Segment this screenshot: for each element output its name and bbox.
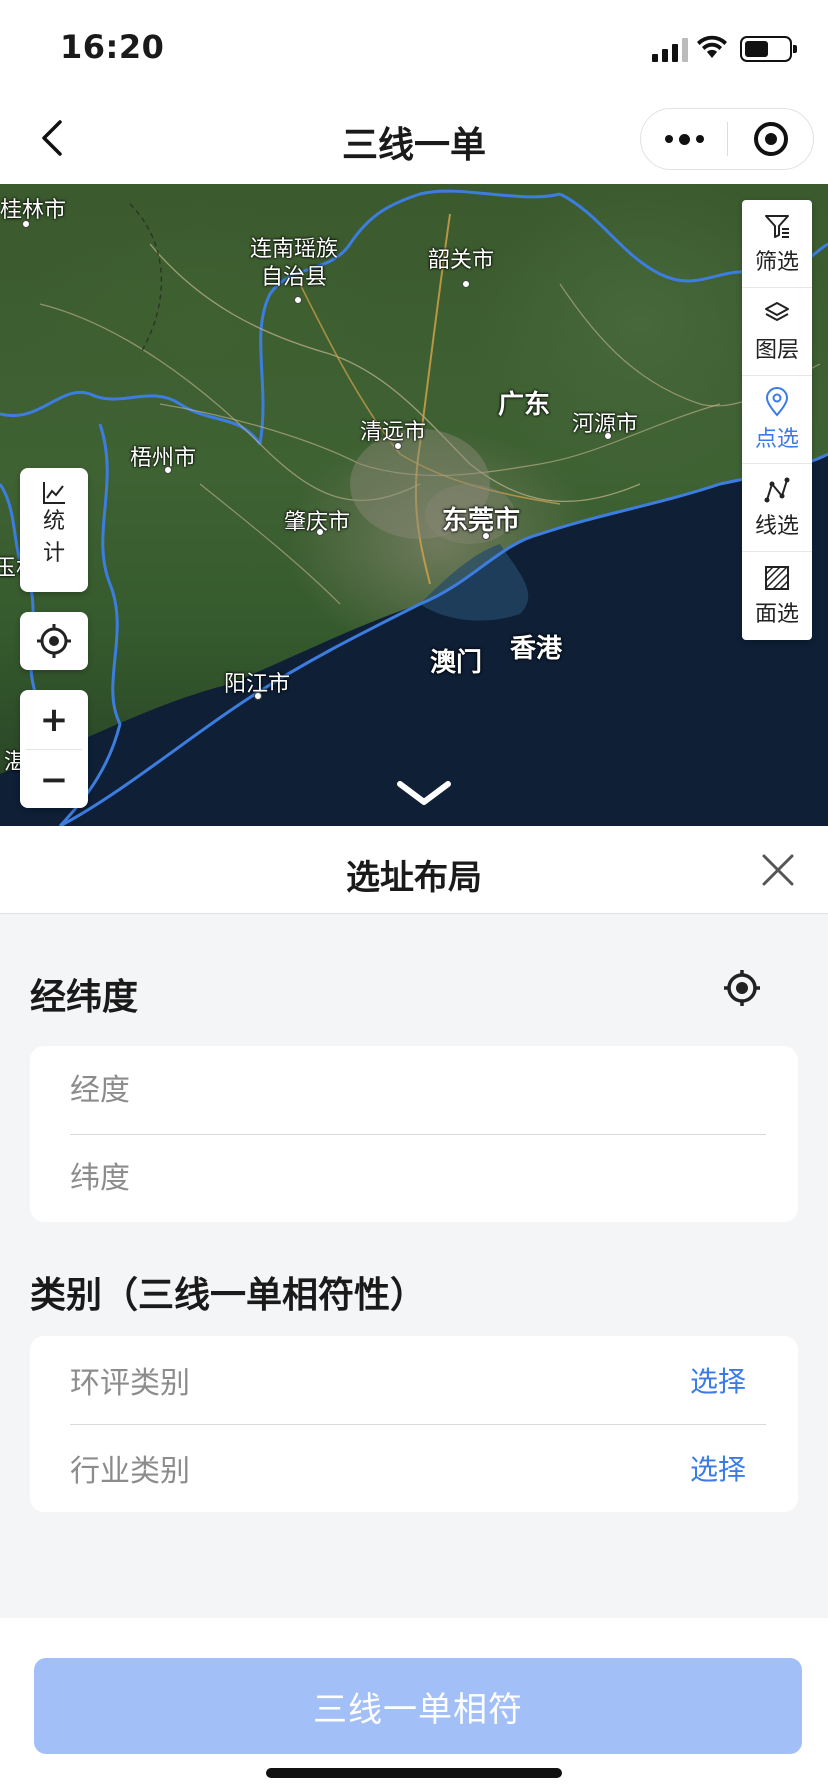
city-marker	[254, 692, 262, 700]
map-label-hongkong: 香港	[510, 634, 563, 664]
area-select-tool-button[interactable]: 面选	[742, 552, 812, 640]
filter-tool-label: 筛选	[754, 249, 799, 275]
zoom-control: + −	[20, 690, 88, 808]
category-card: 环评类别 选择 行业类别 选择	[30, 1336, 798, 1512]
filter-icon	[765, 214, 789, 238]
panel-title: 选址布局	[346, 858, 482, 898]
map-label-guilin: 桂林市	[0, 198, 67, 223]
map-label-shaoguan: 韶关市	[428, 248, 495, 273]
latitude-row	[30, 1134, 798, 1222]
map-label-macau: 澳门	[430, 648, 483, 678]
panel-header: 选址布局	[0, 826, 828, 914]
city-marker	[462, 280, 470, 288]
map-label-wuzhou: 梧州市	[130, 446, 197, 471]
statistics-label-1: 统	[42, 509, 65, 534]
industry-category-row[interactable]: 行业类别 选择	[30, 1424, 798, 1512]
map-label-dongguan: 东莞市	[442, 506, 521, 536]
polygon-icon	[765, 566, 789, 590]
crosshair-icon[interactable]	[722, 968, 762, 1008]
panel-body: 经纬度 类别（三线一单相符性） 环评类别 选择 行业类别 选择	[0, 914, 828, 1618]
eia-category-row[interactable]: 环评类别 选择	[30, 1336, 798, 1424]
area-select-tool-label: 面选	[754, 602, 799, 627]
eia-category-label: 环评类别	[70, 1366, 190, 1401]
map-tool-panel: 筛选 图层 点选 线选 面选	[742, 200, 812, 640]
map-boundaries	[0, 189, 828, 826]
cellular-signal-icon	[652, 38, 688, 62]
layers-tool-label: 图层	[754, 337, 799, 363]
line-select-tool-label: 线选	[754, 513, 799, 539]
city-marker	[482, 532, 490, 540]
industry-category-label: 行业类别	[70, 1454, 190, 1489]
filter-tool-button[interactable]: 筛选	[742, 200, 812, 288]
crosshair-icon	[37, 624, 71, 658]
battery-level	[745, 41, 768, 57]
longitude-row	[30, 1046, 798, 1134]
eia-category-select-link[interactable]: 选择	[690, 1360, 746, 1400]
city-marker	[394, 442, 402, 450]
category-section-title: 类别（三线一单相符性）	[30, 1275, 427, 1316]
wifi-icon	[697, 35, 727, 58]
line-select-tool-button[interactable]: 线选	[742, 464, 812, 552]
more-dot-icon	[678, 133, 690, 145]
close-miniprogram-button[interactable]	[728, 109, 813, 169]
city-marker	[316, 528, 324, 536]
zoom-in-button[interactable]: +	[20, 690, 88, 749]
map-label-qingyuan: 清远市	[360, 420, 427, 445]
line-chart-icon	[43, 482, 65, 504]
statistics-label-2: 计	[42, 541, 65, 566]
map-label-guangdong: 广东	[498, 390, 551, 420]
home-indicator	[266, 1768, 562, 1778]
footer: 三线一单相符	[0, 1618, 828, 1792]
close-icon[interactable]	[756, 848, 800, 892]
map-view[interactable]: 桂林市 连南瑶族 自治县 韶关市 广东 河源市 清远市 梧州市 肇庆市 东莞市 …	[0, 184, 828, 826]
battery-icon	[740, 36, 797, 62]
city-marker	[294, 296, 302, 304]
coords-section-title: 经纬度	[30, 977, 139, 1018]
more-dot-icon	[664, 135, 673, 143]
submit-button[interactable]: 三线一单相符	[34, 1658, 802, 1754]
statistics-button[interactable]: 统 计	[20, 468, 88, 592]
longitude-input[interactable]	[70, 1072, 758, 1108]
industry-category-select-link[interactable]: 选择	[690, 1448, 746, 1488]
navigation-bar: 三线一单	[0, 92, 828, 184]
target-icon	[753, 122, 788, 156]
point-select-tool-label: 点选	[754, 426, 799, 452]
map-label-lianshan: 连南瑶族 自治县	[250, 237, 339, 290]
status-time: 16:20	[60, 28, 165, 66]
location-pin-icon	[765, 386, 789, 417]
layers-tool-button[interactable]: 图层	[742, 288, 812, 376]
latitude-input[interactable]	[70, 1160, 758, 1196]
city-marker	[164, 466, 172, 474]
polyline-icon	[764, 477, 790, 502]
miniprogram-capsule	[640, 108, 814, 170]
coords-card	[30, 1046, 798, 1222]
more-button[interactable]	[641, 109, 727, 169]
more-dot-icon	[695, 135, 704, 143]
point-select-tool-button[interactable]: 点选	[742, 376, 812, 464]
status-bar: 16:20	[0, 0, 828, 92]
chevron-down-icon[interactable]	[396, 776, 452, 812]
zoom-out-button[interactable]: −	[20, 750, 88, 809]
city-marker	[604, 432, 612, 440]
locate-me-button[interactable]	[20, 612, 88, 670]
city-marker	[22, 220, 30, 228]
layers-icon	[765, 301, 789, 321]
